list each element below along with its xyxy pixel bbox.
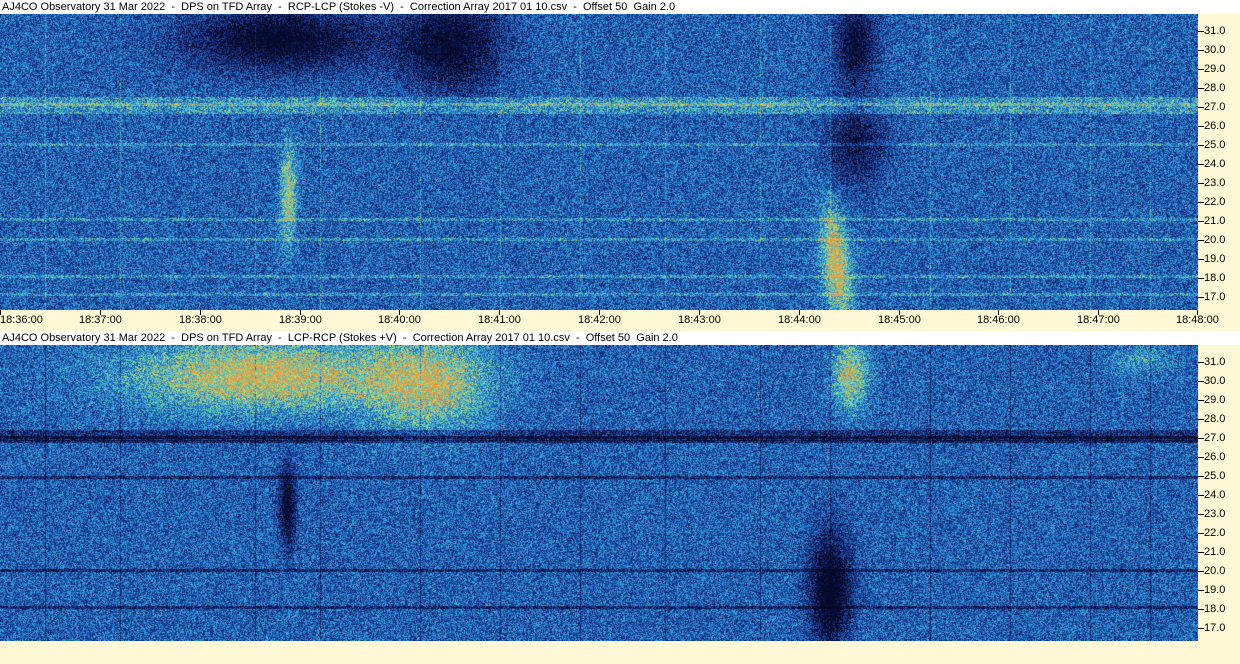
freq1-ytick-label: 24.0 [1204,158,1226,170]
freq1-ytick-label: 19.0 [1204,253,1226,265]
freq2-ytick-label: 29.0 [1204,394,1226,406]
freq1-ytick-label: 31.0 [1204,25,1226,37]
time-tick-label: 18:44:00 [778,314,821,326]
spectrogram-canvas-2 [0,345,1198,641]
time-tick-label: 18:43:00 [678,314,721,326]
panel-2-title: AJ4CO Observatory 31 Mar 2022 - DPS on T… [2,332,678,344]
freq1-ytick-label: 22.0 [1204,196,1226,208]
time-tick-label: 18:41:00 [478,314,521,326]
freq2-ytick-label: 23.0 [1204,508,1226,520]
bottom-axis-strip [0,641,1240,664]
freq1-ytick-label: 30.0 [1204,44,1226,56]
time-axis-1: 18:36:00 18:37:00 18:38:00 18:39:00 18:40:00… [0,310,1240,331]
freq1-ytick-label: 27.0 [1204,101,1226,113]
freq2-ytick-label: 20.0 [1204,565,1226,577]
spectrogram-rcp-lcp[interactable] [0,14,1198,310]
freq1-ytick-label: 17.0 [1204,291,1226,303]
time-tick-label: 18:45:00 [878,314,921,326]
freq2-ytick-label: 18.0 [1204,603,1226,615]
time-tick-label: 18:37:00 [79,314,122,326]
freq2-ytick-label: 17.0 [1204,622,1226,634]
freq1-ytick-label: 21.0 [1204,215,1226,227]
frequency-axis-1: 31.0 30.0 29.0 28.0 27.0 26.0 25.0 24.0 23.0 22.0… [1198,14,1240,310]
freq2-ytick-label: 22.0 [1204,527,1226,539]
time-tick-label: 18:36:00 [0,314,43,326]
freq2-ytick-label: 30.0 [1204,375,1226,387]
time-tick-label: 18:42:00 [578,314,621,326]
time-tick-label: 18:46:00 [977,314,1020,326]
time-tick-label: 18:39:00 [279,314,322,326]
frequency-axis-2: 31.0 30.0 29.0 28.0 27.0 26.0 25.0 24.0 23.0 22.0… [1198,345,1240,641]
freq2-ytick-label: 25.0 [1204,470,1226,482]
time-tick-label: 18:47:00 [1077,314,1120,326]
freq1-ytick-label: 28.0 [1204,82,1226,94]
freq2-ytick-label: 28.0 [1204,413,1226,425]
freq2-ytick-label: 21.0 [1204,546,1226,558]
freq1-ytick-label: 18.0 [1204,272,1226,284]
time-tick-label: 18:38:00 [179,314,222,326]
freq1-ytick-label: 26.0 [1204,120,1226,132]
freq1-ytick-label: 29.0 [1204,63,1226,75]
time-tick-label: 18:48:00 [1176,314,1219,326]
spectrogram-lcp-rcp[interactable] [0,345,1198,641]
freq2-ytick-label: 19.0 [1204,584,1226,596]
panel-1-title: AJ4CO Observatory 31 Mar 2022 - DPS on T… [2,1,676,13]
freq2-ytick-label: 24.0 [1204,489,1226,501]
freq1-ytick-label: 25.0 [1204,139,1226,151]
freq2-ytick-label: 31.0 [1204,356,1226,368]
freq1-ytick-label: 23.0 [1204,177,1226,189]
freq2-ytick-label: 26.0 [1204,451,1226,463]
freq2-ytick-label: 27.0 [1204,432,1226,444]
freq1-ytick-label: 20.0 [1204,234,1226,246]
time-tick-label: 18:40:00 [378,314,421,326]
spectrogram-canvas-1 [0,14,1198,310]
